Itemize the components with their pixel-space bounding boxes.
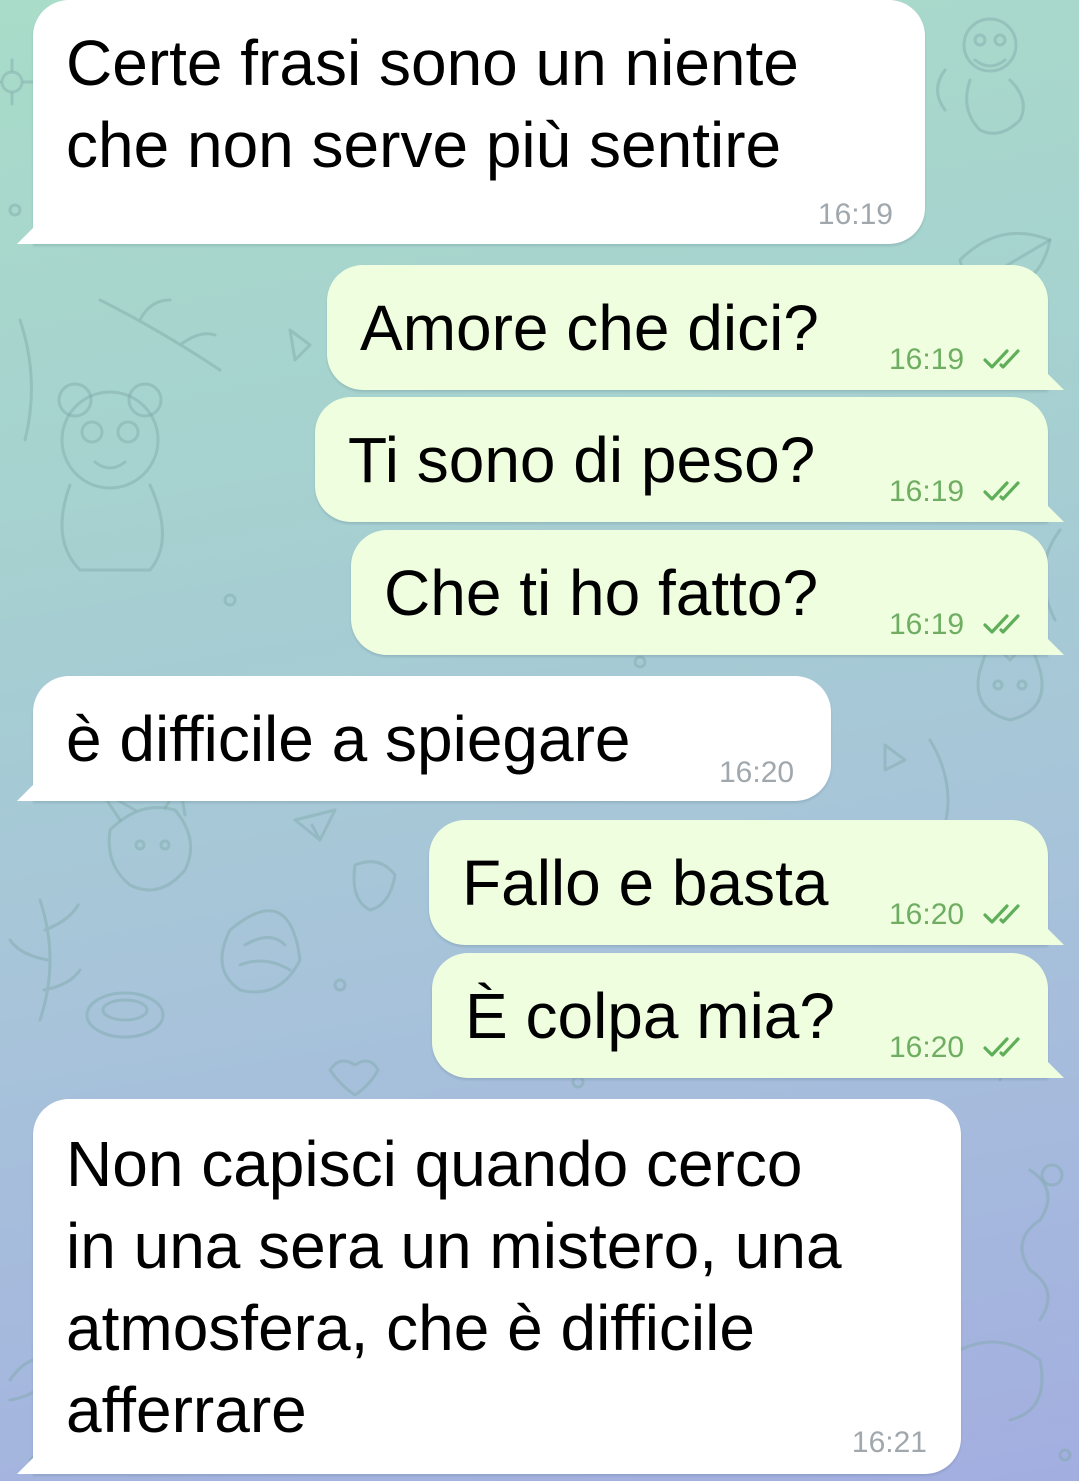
outgoing-message-bubble[interactable]: Ti sono di peso? 16:19 — [315, 397, 1064, 522]
message-time: 16:21 — [851, 1426, 927, 1459]
outgoing-message-bubble[interactable]: Che ti ho fatto? 16:19 — [351, 530, 1064, 655]
read-double-check-icon — [983, 904, 1020, 924]
message-text: Che ti ho fatto? — [384, 557, 819, 629]
read-double-check-icon — [983, 614, 1020, 634]
incoming-message-bubble[interactable]: Non capisci quando cerco in una sera un … — [17, 1099, 961, 1474]
message-time: 16:19 — [817, 198, 893, 231]
message-time: 16:20 — [889, 898, 965, 931]
message-text: è difficile a spiegare — [66, 703, 631, 775]
outgoing-message-bubble[interactable]: Fallo e basta 16:20 — [429, 820, 1064, 945]
message-time: 16:19 — [889, 475, 965, 508]
message-time: 16:20 — [889, 1031, 965, 1064]
incoming-message-bubble[interactable]: è difficile a spiegare 16:20 — [17, 676, 831, 801]
message-text: Ti sono di peso? — [348, 424, 816, 496]
message-text: Non capisci quando cerco in una sera un … — [66, 1128, 842, 1446]
read-double-check-icon — [983, 349, 1020, 369]
outgoing-message-bubble[interactable]: Amore che dici? 16:19 — [327, 265, 1064, 390]
read-double-check-icon — [983, 481, 1020, 501]
message-time: 16:19 — [889, 343, 965, 376]
message-time: 16:19 — [889, 608, 965, 641]
incoming-message-bubble[interactable]: Certe frasi sono un niente che non serve… — [17, 0, 925, 244]
message-text: È colpa mia? — [465, 980, 835, 1052]
message-text: Fallo e basta — [462, 847, 829, 919]
read-double-check-icon — [983, 1037, 1020, 1057]
outgoing-message-bubble[interactable]: È colpa mia? 16:20 — [432, 953, 1064, 1078]
message-time: 16:20 — [719, 756, 795, 789]
chat-message-list[interactable]: Certe frasi sono un niente che non serve… — [0, 0, 1079, 1481]
message-text: Certe frasi sono un niente che non serve… — [66, 27, 799, 181]
message-text: Amore che dici? — [360, 292, 819, 364]
